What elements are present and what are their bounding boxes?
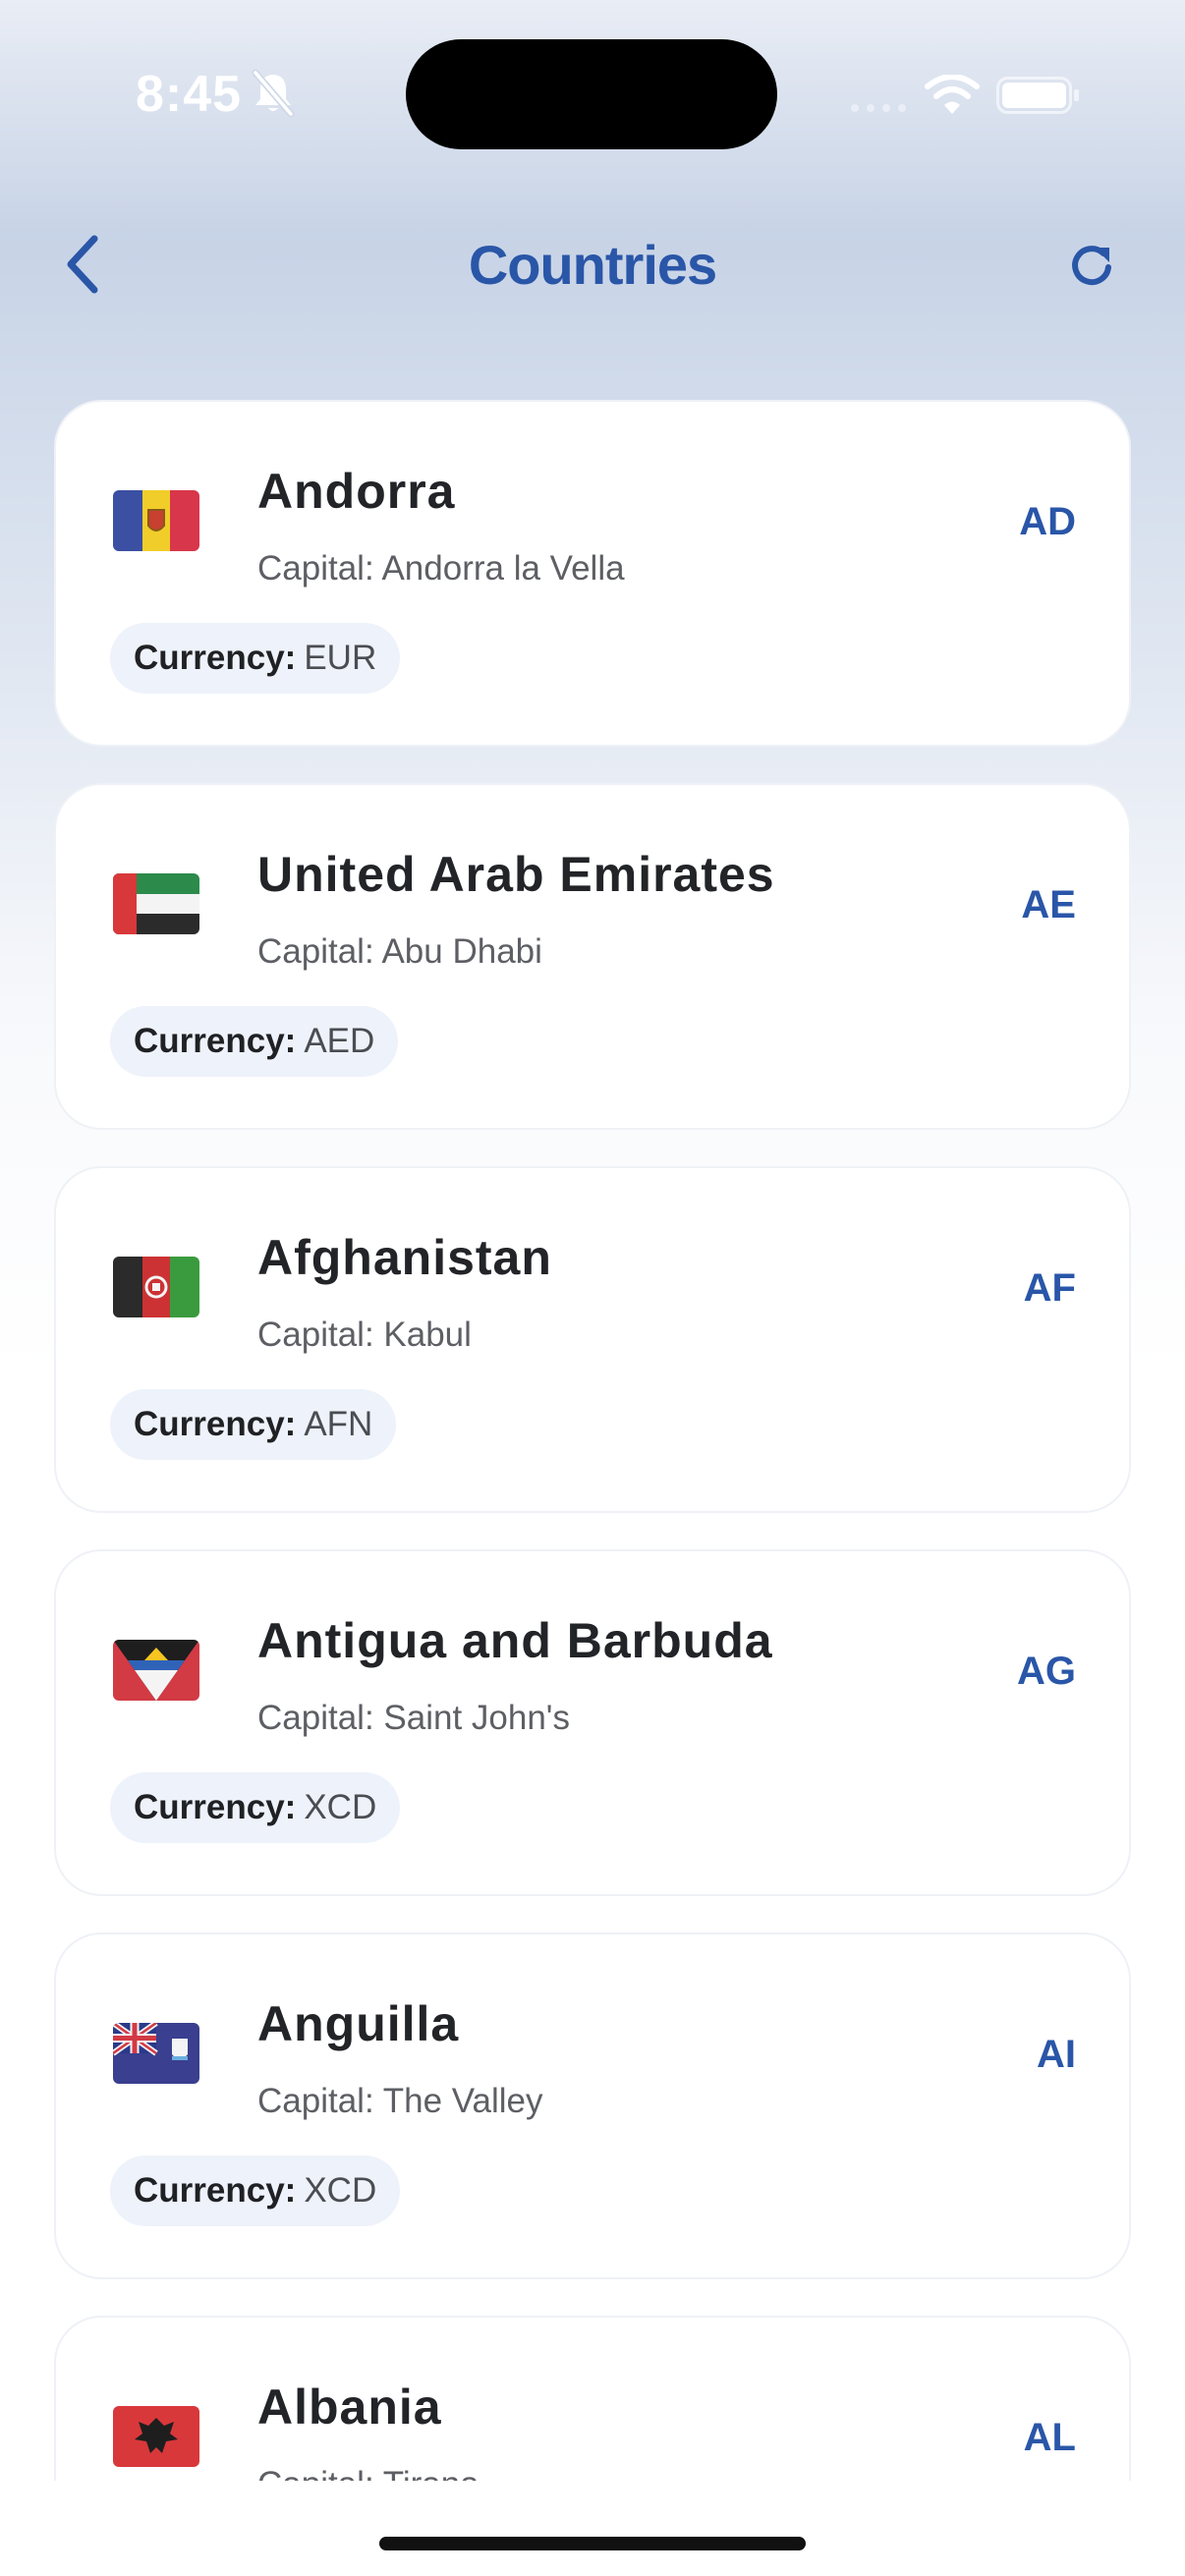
country-code: AI <box>1037 2033 1076 2076</box>
status-bar: 8:45 <box>0 0 1185 187</box>
currency-chip: Currency: AED <box>110 1006 399 1077</box>
battery-icon <box>996 77 1079 114</box>
anguilla-flag-icon <box>113 2023 199 2084</box>
currency-chip: Currency: XCD <box>110 1772 401 1843</box>
country-name: United Arab Emirates <box>257 847 775 902</box>
dynamic-island <box>406 39 777 149</box>
silent-bell-icon <box>252 69 295 118</box>
currency-value: EUR <box>304 639 377 677</box>
currency-label: Currency: <box>134 639 297 677</box>
country-name: Albania <box>257 2380 442 2435</box>
country-capital: Capital: The Valley <box>257 2082 543 2120</box>
currency-value: XCD <box>304 1788 377 1826</box>
currency-label: Currency: <box>134 1405 297 1443</box>
country-capital: Capital: Andorra la Vella <box>257 549 625 588</box>
country-card[interactable]: Anguilla Capital: The Valley AI Currency… <box>54 1932 1131 2279</box>
currency-label: Currency: <box>134 1788 297 1826</box>
uae-flag-icon <box>113 873 199 934</box>
country-code: AD <box>1019 500 1076 543</box>
country-code: AG <box>1017 1650 1076 1693</box>
page-title: Countries <box>468 234 717 296</box>
home-indicator[interactable] <box>379 2537 806 2550</box>
country-card[interactable]: United Arab Emirates Capital: Abu Dhabi … <box>54 783 1131 1130</box>
country-capital: Capital: Saint John's <box>257 1699 570 1737</box>
wifi-icon <box>925 75 980 114</box>
andorra-flag-icon <box>113 490 199 551</box>
status-time: 8:45 <box>136 66 243 123</box>
country-code: AL <box>1023 2416 1076 2459</box>
currency-chip: Currency: XCD <box>110 2156 401 2226</box>
country-name: Andorra <box>257 464 456 519</box>
currency-value: XCD <box>304 2171 377 2210</box>
afghanistan-flag-icon <box>113 1257 199 1317</box>
country-name: Anguilla <box>257 1996 460 2051</box>
antigua-flag-icon <box>113 1640 199 1701</box>
country-capital: Capital: Kabul <box>257 1316 472 1354</box>
currency-label: Currency: <box>134 2171 297 2210</box>
cellular-signal-icon <box>851 104 906 112</box>
currency-chip: Currency: EUR <box>110 623 401 694</box>
country-name: Afghanistan <box>257 1230 552 1285</box>
country-card[interactable]: Andorra Capital: Andorra la Vella AD Cur… <box>54 400 1131 747</box>
country-card[interactable]: Albania Capital: Tirana AL <box>54 2316 1131 2481</box>
country-card[interactable]: Antigua and Barbuda Capital: Saint John'… <box>54 1549 1131 1896</box>
currency-label: Currency: <box>134 1022 297 1060</box>
currency-value: AED <box>304 1022 375 1060</box>
country-code: AF <box>1023 1266 1076 1310</box>
country-capital: Capital: Tirana <box>257 2465 480 2481</box>
currency-chip: Currency: AFN <box>110 1389 397 1460</box>
country-capital: Capital: Abu Dhabi <box>257 932 542 971</box>
country-list[interactable]: Andorra Capital: Andorra la Vella AD Cur… <box>54 400 1131 2481</box>
refresh-icon <box>1072 246 1111 286</box>
albania-flag-icon <box>113 2406 199 2467</box>
country-code: AE <box>1021 883 1076 926</box>
refresh-button[interactable] <box>1057 228 1128 303</box>
country-card[interactable]: Afghanistan Capital: Kabul AF Currency: … <box>54 1166 1131 1513</box>
currency-value: AFN <box>304 1405 373 1443</box>
country-name: Antigua and Barbuda <box>257 1613 773 1668</box>
